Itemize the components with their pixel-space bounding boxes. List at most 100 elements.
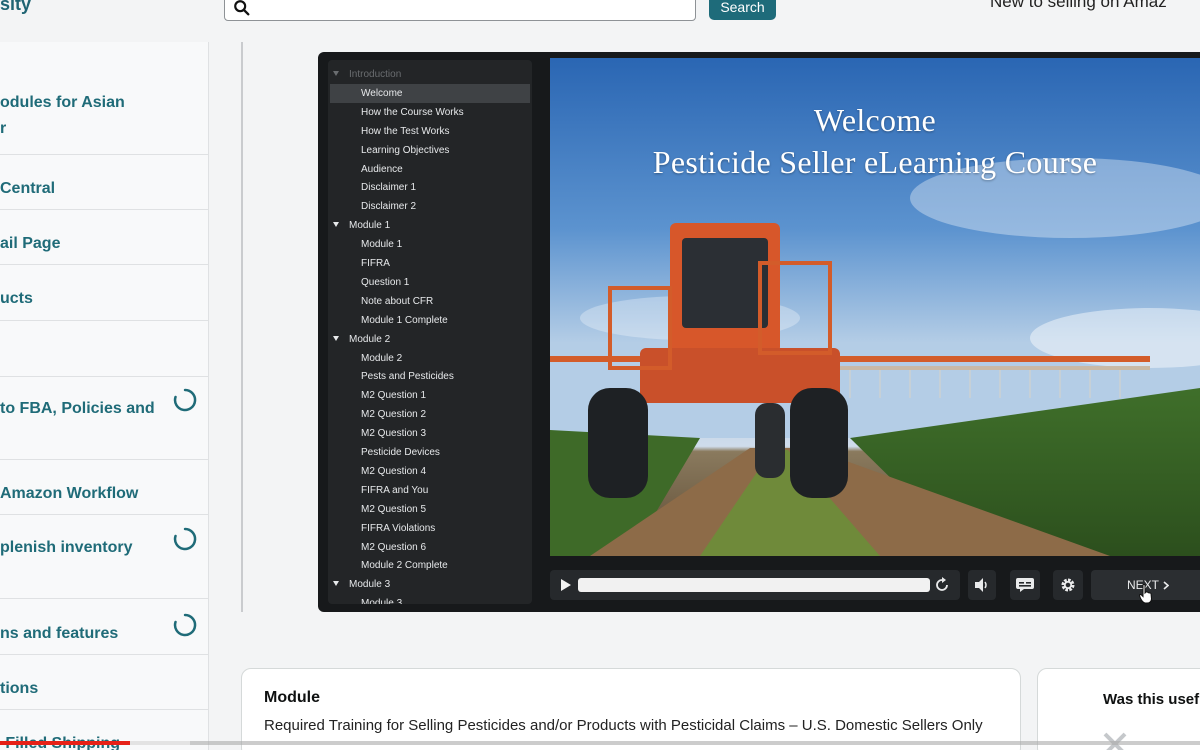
outline-item[interactable]: Welcome (330, 83, 530, 103)
seek-bar-container (550, 570, 960, 600)
outline-item[interactable]: FIFRA (330, 254, 530, 273)
sidebar-item-label: Central (0, 180, 56, 197)
outline-label: Module 2 Complete (361, 560, 448, 572)
progress-fill (578, 578, 930, 592)
outline-label: M2 Question 1 (361, 390, 427, 402)
outline-item[interactable]: M2 Question 1 (330, 386, 530, 405)
top-bar: sity Search New to selling on Amaz (0, 0, 1200, 42)
outline-item[interactable]: FIFRA and You (330, 481, 530, 500)
outline-label: FIFRA Violations (361, 522, 436, 534)
search-input[interactable] (224, 0, 696, 21)
captions-button[interactable] (1010, 570, 1040, 600)
outline-item[interactable]: Note about CFR (330, 292, 530, 311)
sidebar-item[interactable]: ail Page (0, 209, 209, 264)
sidebar-item[interactable]: ns and features (0, 598, 209, 654)
progress-bar[interactable] (578, 578, 930, 592)
play-icon[interactable] (560, 579, 572, 591)
content-divider (241, 42, 243, 612)
outline-item[interactable]: M2 Question 2 (330, 405, 530, 424)
outline-label: Module 3 (349, 579, 391, 591)
sidebar-item-label: ail Page (0, 235, 61, 252)
outline-section[interactable]: Introduction (330, 65, 530, 84)
outline-item[interactable]: Audience (330, 160, 530, 179)
site-logo[interactable]: sity (0, 0, 31, 15)
next-button[interactable]: NEXT (1091, 570, 1200, 604)
outline-item[interactable]: M2 Question 3 (330, 424, 530, 443)
sidebar-item-label: odules for Asian r (0, 94, 125, 137)
outline-item[interactable]: Module 2 (330, 349, 530, 368)
volume-icon (975, 578, 987, 592)
collapse-triangle-icon[interactable] (333, 335, 339, 341)
outline-label: M2 Question 4 (361, 465, 427, 477)
outline-item[interactable]: How the Course Works (330, 103, 530, 122)
outline-label: Module 1 Complete (361, 314, 448, 326)
sidebar-item[interactable]: Central (0, 154, 209, 209)
sidebar-item[interactable]: plenish inventory (0, 514, 209, 598)
collapse-triangle-icon[interactable] (333, 222, 339, 228)
outline-label: Module 1 (349, 220, 391, 232)
video-progress-bar[interactable] (0, 741, 1200, 745)
outline-item[interactable]: FIFRA Violations (330, 519, 530, 538)
outline-item[interactable]: Question 1 (330, 273, 530, 292)
player-controls: NEXT (550, 570, 1200, 604)
outline-label: M2 Question 6 (361, 541, 427, 553)
outline-label: Pesticide Devices (361, 447, 440, 458)
loading-spinner-icon (173, 388, 197, 412)
sidebar-item[interactable]: to FBA, Policies and (0, 376, 209, 459)
screen: sity Search New to selling on Amaz odule… (0, 0, 1200, 750)
search-icon (234, 0, 250, 16)
loading-spinner-icon (173, 613, 197, 637)
outline-item[interactable]: Disclaimer 2 (330, 197, 530, 216)
outline-item[interactable]: Module 1 (330, 235, 530, 254)
outline-label: Question 1 (361, 276, 410, 288)
outline-label: Module 2 (361, 352, 403, 364)
module-card: Module Required Training for Selling Pes… (241, 668, 1021, 750)
outline-item[interactable]: Module 3 (330, 594, 530, 604)
outline-item[interactable]: Module 2 Complete (330, 556, 530, 575)
outline-section[interactable]: Module 3 (330, 575, 530, 594)
outline-label: M2 Question 5 (361, 503, 427, 515)
slide-title-line1: Welcome (813, 102, 937, 138)
outline-item[interactable]: M2 Question 6 (330, 538, 530, 557)
gear-icon (1061, 578, 1075, 592)
module-description: Required Training for Selling Pesticides… (264, 717, 983, 734)
sidebar-item[interactable]: Amazon Workflow (0, 459, 209, 514)
settings-button[interactable] (1053, 570, 1083, 600)
new-to-selling-link[interactable]: New to selling on Amaz (990, 0, 1167, 12)
video-played (0, 741, 130, 745)
outline-item[interactable]: Pesticide Devices (330, 443, 530, 462)
captions-icon (1016, 578, 1034, 592)
volume-button[interactable] (968, 570, 996, 600)
collapse-triangle-icon[interactable] (333, 71, 339, 76)
outline-item[interactable]: M2 Question 4 (330, 462, 530, 481)
hand-cursor-icon (1139, 584, 1153, 604)
sidebar-item[interactable] (0, 320, 209, 376)
outline-item[interactable]: Learning Objectives (330, 141, 530, 160)
outline-label: FIFRA (361, 258, 390, 269)
outline-label: FIFRA and You (361, 484, 429, 496)
outline-item[interactable]: How the Test Works (330, 122, 530, 141)
sidebar-item[interactable]: tions (0, 654, 209, 709)
was-this-useful-label: Was this usef (1103, 691, 1200, 708)
sidebar-item[interactable]: ucts (0, 264, 209, 320)
outline-item[interactable]: M2 Question 5 (330, 500, 530, 519)
sidebar-item[interactable]: odules for Asian r (0, 42, 209, 154)
slide-title-line2: Pesticide Seller eLearning Course (652, 144, 1098, 180)
outline-label: Audience (361, 163, 403, 175)
collapse-triangle-icon[interactable] (333, 581, 339, 587)
outline-label: Note about CFR (361, 295, 434, 307)
replay-icon[interactable] (934, 577, 950, 593)
outline-item[interactable]: Module 1 Complete (330, 311, 530, 330)
outline-label: Introduction (349, 69, 402, 80)
outline-item[interactable]: Pests and Pesticides (330, 367, 530, 386)
outline-item[interactable]: Disclaimer 1 (330, 178, 530, 197)
outline-label: Disclaimer 1 (361, 182, 417, 194)
sidebar-item-label: ucts (0, 290, 33, 307)
outline-label: M2 Question 2 (361, 409, 427, 421)
outline-label: Learning Objectives (361, 144, 450, 156)
search-button[interactable]: Search (709, 0, 776, 20)
slide-canvas: Welcome Pesticide Seller eLearning Cours… (550, 58, 1200, 556)
outline-section[interactable]: Module 1 (330, 216, 530, 235)
sidebar-item-label: to FBA, Policies and (0, 400, 155, 417)
outline-section[interactable]: Module 2 (330, 330, 530, 349)
